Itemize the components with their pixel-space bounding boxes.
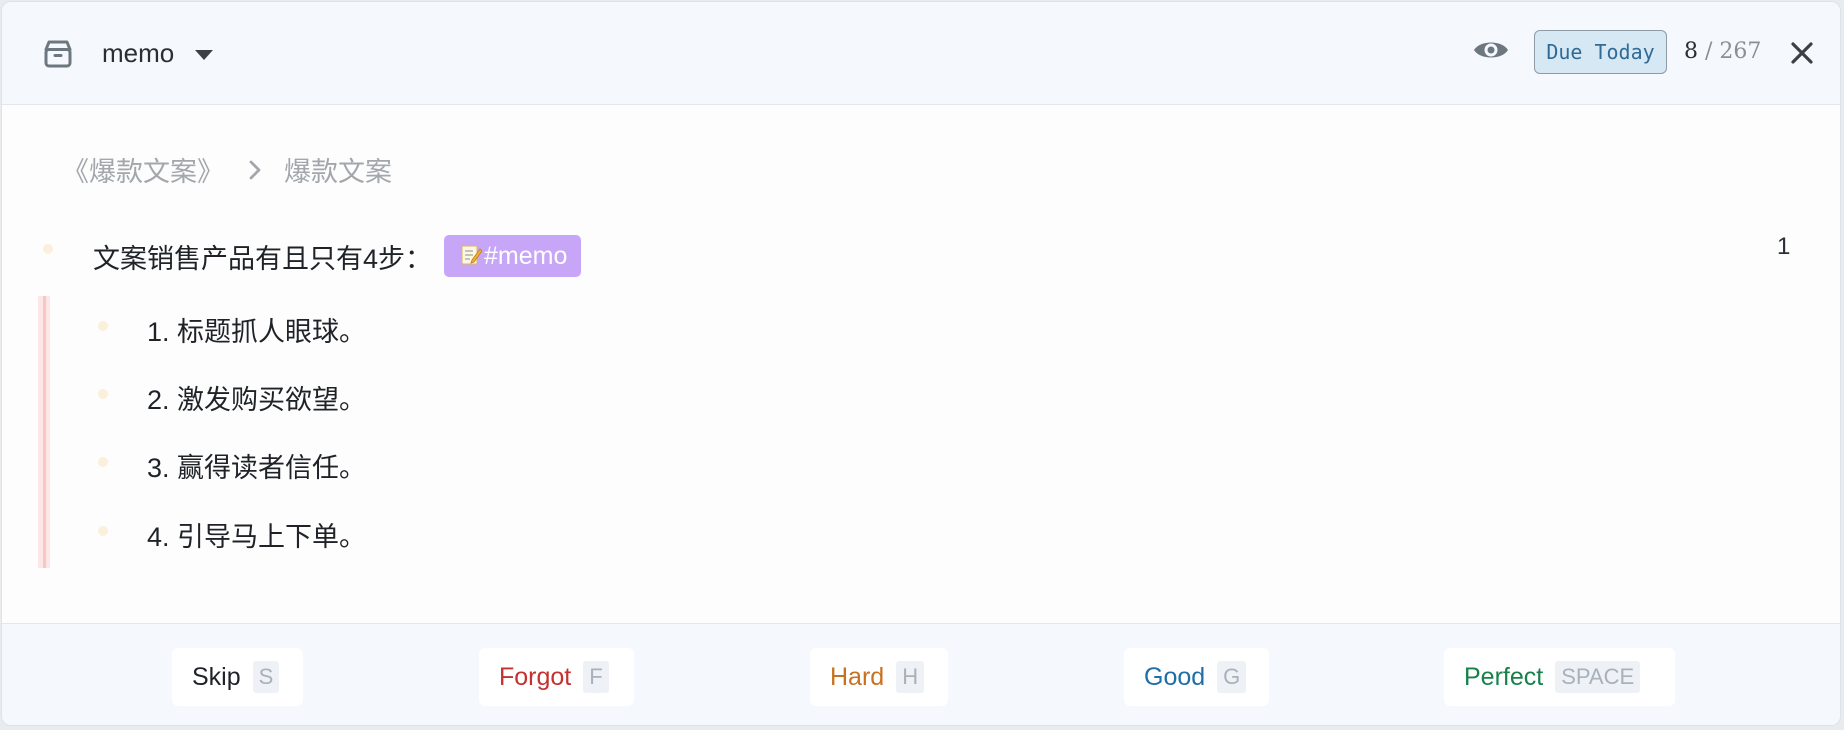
caret-down-icon[interactable] <box>194 48 214 62</box>
memo-emoji-icon <box>461 245 483 265</box>
good-shortcut: G <box>1217 661 1247 693</box>
memo-tag-label: #memo <box>484 242 568 270</box>
skip-label: Skip <box>192 662 241 691</box>
breadcrumb: 《爆款文案》 爆款文案 <box>62 150 392 189</box>
hard-label: Hard <box>830 662 885 691</box>
perfect-button[interactable]: Perfect SPACE <box>1444 648 1675 706</box>
child-block[interactable]: 3. 赢得读者信任。 <box>147 446 366 485</box>
review-progress: 8 / 267 <box>1684 39 1761 64</box>
chevron-right-icon <box>249 160 261 179</box>
deck-selector[interactable]: memo <box>102 38 174 69</box>
progress-total: 267 <box>1719 39 1762 64</box>
hard-button[interactable]: Hard H <box>810 648 948 706</box>
review-header: memo Due Today 8 / 267 <box>2 2 1840 105</box>
card-main-block[interactable]: 文案销售产品有且只有4步： #memo <box>93 235 582 277</box>
progress-current: 8 <box>1684 39 1698 64</box>
progress-separator: / <box>1705 39 1713 64</box>
block-bullet[interactable] <box>43 244 53 254</box>
child-bullet[interactable] <box>98 321 108 331</box>
child-bullet[interactable] <box>98 389 108 399</box>
memo-tag[interactable]: #memo <box>444 235 582 277</box>
close-icon[interactable] <box>1789 40 1815 66</box>
children-guide-line <box>38 296 50 568</box>
due-today-button[interactable]: Due Today <box>1534 30 1667 74</box>
child-block[interactable]: 1. 标题抓人眼球。 <box>147 310 366 349</box>
hard-shortcut: H <box>896 661 925 693</box>
breadcrumb-page[interactable]: 《爆款文案》 <box>62 150 224 189</box>
forgot-button[interactable]: Forgot F <box>479 648 634 706</box>
skip-button[interactable]: Skip S <box>172 648 303 706</box>
perfect-shortcut: SPACE <box>1555 661 1641 693</box>
child-block[interactable]: 4. 引导马上下单。 <box>147 515 366 554</box>
forgot-label: Forgot <box>499 662 572 691</box>
good-button[interactable]: Good G <box>1124 648 1269 706</box>
child-block[interactable]: 2. 激发购买欲望。 <box>147 378 366 417</box>
reference-count[interactable]: 1 <box>1777 233 1790 261</box>
review-panel: memo Due Today 8 / 267 《爆款文案》 爆款文案 文案销售产… <box>1 1 1841 726</box>
skip-shortcut: S <box>252 661 280 693</box>
eye-icon[interactable] <box>1471 34 1511 66</box>
forgot-shortcut: F <box>583 661 609 693</box>
perfect-label: Perfect <box>1464 662 1544 691</box>
archive-box-icon[interactable] <box>40 36 76 72</box>
child-bullet[interactable] <box>98 526 108 536</box>
good-label: Good <box>1144 662 1206 691</box>
breadcrumb-block[interactable]: 爆款文案 <box>284 150 392 189</box>
review-actions: Skip S Forgot F Hard H Good G Perfect SP… <box>2 623 1840 725</box>
child-bullet[interactable] <box>98 457 108 467</box>
card-main-text: 文案销售产品有且只有4步： <box>93 243 433 274</box>
